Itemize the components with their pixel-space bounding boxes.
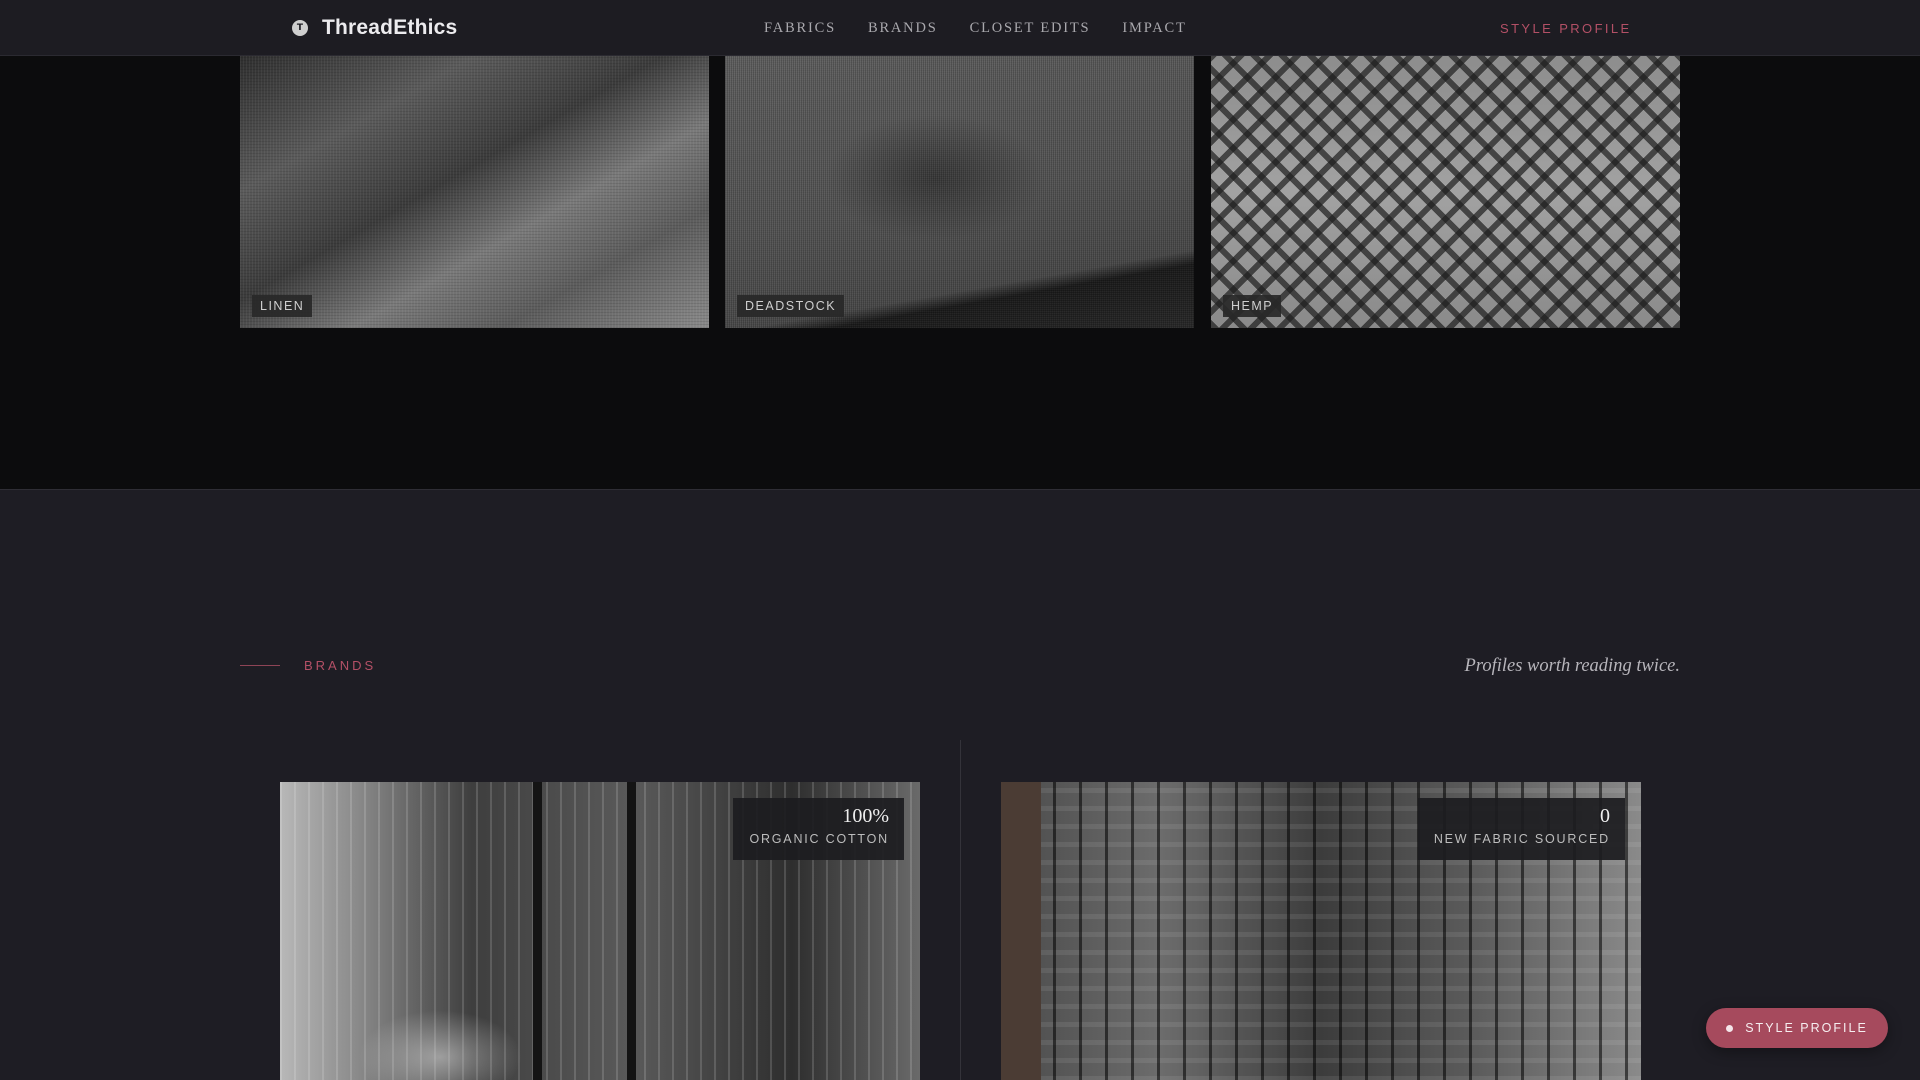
style-profile-floating-button[interactable]: STYLE PROFILE bbox=[1706, 1008, 1888, 1048]
fabric-gallery: LINEN DEADSTOCK HEMP bbox=[0, 56, 1920, 489]
section-label: BRANDS bbox=[304, 658, 377, 673]
brand-card-weaving-workshop[interactable]: 100% ORGANIC COTTON bbox=[280, 782, 920, 1080]
fabric-tile-deadstock[interactable]: DEADSTOCK bbox=[725, 56, 1194, 328]
stat-badge: 0 NEW FABRIC SOURCED bbox=[1417, 798, 1625, 860]
brand-home-link[interactable]: T ThreadEthics bbox=[292, 0, 457, 56]
thread-logo-icon: T bbox=[292, 20, 308, 36]
section-rule bbox=[240, 665, 280, 666]
fabric-tile-label: DEADSTOCK bbox=[737, 295, 845, 317]
top-navigation: T ThreadEthics FABRICS BRANDS CLOSET EDI… bbox=[0, 0, 1920, 56]
dot-icon bbox=[1726, 1024, 1734, 1032]
fabric-tile-label: HEMP bbox=[1223, 295, 1282, 317]
stat-caption: ORGANIC COTTON bbox=[749, 832, 889, 846]
fabric-tile-linen[interactable]: LINEN bbox=[240, 56, 709, 328]
fabric-tile-label: LINEN bbox=[252, 295, 313, 317]
nav-link-impact[interactable]: IMPACT bbox=[1122, 20, 1186, 37]
nav-link-brands[interactable]: BRANDS bbox=[868, 20, 938, 37]
nav-link-closet-edits[interactable]: CLOSET EDITS bbox=[970, 20, 1091, 37]
nav-link-fabrics[interactable]: FABRICS bbox=[764, 20, 836, 37]
main-nav: FABRICS BRANDS CLOSET EDITS IMPACT bbox=[764, 0, 1187, 56]
style-profile-nav-link[interactable]: STYLE PROFILE bbox=[1500, 0, 1632, 56]
stat-value: 0 bbox=[1600, 805, 1610, 827]
floating-button-label: STYLE PROFILE bbox=[1745, 1021, 1868, 1035]
brand-name: ThreadEthics bbox=[322, 16, 458, 39]
stat-value: 100% bbox=[842, 805, 889, 827]
stat-caption: NEW FABRIC SOURCED bbox=[1433, 832, 1610, 846]
brands-section: BRANDS Profiles worth reading twice. 100… bbox=[0, 489, 1920, 1080]
column-divider bbox=[960, 740, 961, 1080]
fabric-tile-hemp[interactable]: HEMP bbox=[1211, 56, 1680, 328]
stat-badge: 100% ORGANIC COTTON bbox=[733, 798, 904, 860]
brand-card-patchwork-racks[interactable]: 0 NEW FABRIC SOURCED bbox=[1001, 782, 1641, 1080]
section-header: BRANDS Profiles worth reading twice. bbox=[240, 654, 1680, 678]
section-tagline: Profiles worth reading twice. bbox=[1464, 656, 1680, 676]
